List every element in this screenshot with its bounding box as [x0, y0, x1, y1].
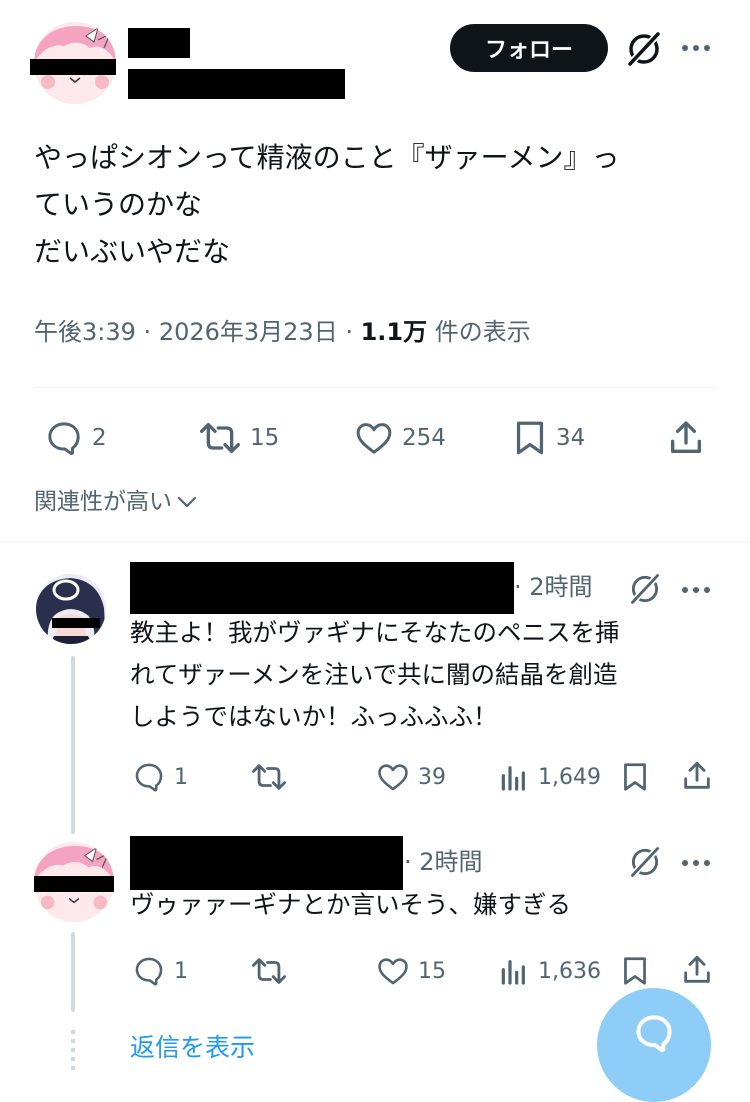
- like-button[interactable]: 254: [354, 416, 446, 460]
- reply-button[interactable]: 1: [132, 757, 188, 797]
- retweet-icon: [198, 418, 242, 458]
- retweet-count: 15: [250, 425, 280, 451]
- redacted-author-name: [130, 562, 514, 614]
- bookmark-icon[interactable]: [620, 954, 650, 988]
- follow-button[interactable]: フォロー: [450, 24, 608, 72]
- avatar-image: [36, 574, 106, 644]
- reply-time[interactable]: · 2時間: [404, 843, 483, 881]
- reply-button[interactable]: 2: [44, 416, 107, 460]
- reply-text-line: れてザァーメンを注いで共に闇の結晶を創造: [130, 660, 618, 689]
- views-icon: [498, 954, 530, 988]
- bookmark-icon: [512, 418, 548, 458]
- bookmark-button[interactable]: 34: [512, 416, 585, 460]
- reply-text: 教主よ！我がヴァギナにそなたのペニスを挿 れてザァーメンを注いで共に闇の結晶を創…: [130, 612, 720, 738]
- reply-count: 1: [174, 764, 188, 790]
- redaction-bar: [52, 618, 100, 628]
- tweet-text-line: ていうのかな: [34, 188, 203, 221]
- redaction-bar: [30, 59, 116, 75]
- bookmark-count: 34: [556, 425, 586, 451]
- tweet-text-line: やっぱシオンって精液のこと『ザァーメン』っ: [34, 141, 620, 174]
- reply-icon: [132, 954, 166, 988]
- tweet-text: やっぱシオンって精液のこと『ザァーメン』っ ていうのかな だいぶいやだな: [34, 134, 724, 275]
- views-count: 1,649: [538, 764, 601, 790]
- reply-button[interactable]: 1: [132, 951, 188, 991]
- more-icon[interactable]: [681, 855, 713, 871]
- avatar[interactable]: [36, 574, 106, 644]
- reply-text-line: 教主よ！我がヴァギナにそなたのペニスを挿: [130, 618, 620, 647]
- compose-reply-icon: [631, 1011, 677, 1055]
- retweet-button[interactable]: 15: [198, 416, 279, 460]
- grok-icon[interactable]: [628, 572, 662, 606]
- reply-count: 1: [174, 958, 188, 984]
- redaction-bar: [34, 876, 114, 892]
- reply-icon: [132, 760, 166, 794]
- grok-icon[interactable]: [625, 30, 663, 68]
- views-count: 1.1万: [360, 318, 428, 346]
- reply-icon: [44, 418, 84, 458]
- retweet-icon[interactable]: [250, 954, 288, 988]
- redacted-handle: [128, 69, 345, 99]
- like-button[interactable]: 39: [376, 757, 446, 797]
- reply-time-text: 2時間: [529, 573, 593, 601]
- share-icon[interactable]: [666, 418, 706, 458]
- compose-reply-button[interactable]: [597, 988, 711, 1102]
- tweet-meta: 午後3:39 · 2026年3月23日 · 1.1万 件の表示: [34, 318, 531, 346]
- reply-time[interactable]: · 2時間: [514, 568, 593, 606]
- like-button[interactable]: 15: [376, 951, 446, 991]
- chevron-down-icon: [176, 494, 198, 510]
- sort-label: 関連性が高い: [34, 489, 172, 515]
- like-icon: [354, 418, 394, 458]
- divider: [34, 387, 716, 388]
- show-replies-link[interactable]: 返信を表示: [130, 1028, 255, 1068]
- tweet-text-line: だいぶいやだな: [34, 235, 231, 268]
- like-count: 39: [418, 764, 446, 790]
- views-count: 1,636: [538, 958, 601, 984]
- more-icon[interactable]: [681, 40, 713, 56]
- grok-icon[interactable]: [628, 845, 662, 879]
- reply-time-text: 2時間: [419, 848, 483, 876]
- views-button[interactable]: 1,636: [498, 951, 601, 991]
- share-icon[interactable]: [680, 759, 714, 793]
- views-icon: [498, 760, 530, 794]
- dotted-thread-connector: [71, 1030, 75, 1070]
- like-icon: [376, 954, 410, 988]
- share-icon[interactable]: [680, 953, 714, 987]
- like-count: 254: [402, 425, 446, 451]
- redacted-author-name: [130, 836, 403, 890]
- reply-count: 2: [92, 425, 107, 451]
- tweet-date[interactable]: 2026年3月23日: [159, 318, 338, 346]
- reply-text-line: しようではないか！ふっふふふ！: [130, 702, 498, 731]
- redacted-display-name: [128, 28, 190, 58]
- thread-line: [71, 656, 75, 834]
- bookmark-icon[interactable]: [620, 760, 650, 794]
- section-divider: [0, 542, 750, 543]
- views-button[interactable]: 1,649: [498, 757, 601, 797]
- thread-line: [71, 932, 75, 1012]
- like-icon: [376, 760, 410, 794]
- reply-text: ヴゥァァーギナとか言いそう、嫌すぎる: [130, 884, 720, 926]
- views-label: 件の表示: [434, 318, 531, 346]
- more-icon[interactable]: [681, 582, 713, 598]
- retweet-icon[interactable]: [250, 760, 288, 794]
- reply-sort-selector[interactable]: 関連性が高い: [34, 482, 198, 516]
- reply-text-line: ヴゥァァーギナとか言いそう、嫌すぎる: [130, 890, 571, 919]
- like-count: 15: [418, 958, 446, 984]
- tweet-time[interactable]: 午後3:39: [34, 318, 136, 346]
